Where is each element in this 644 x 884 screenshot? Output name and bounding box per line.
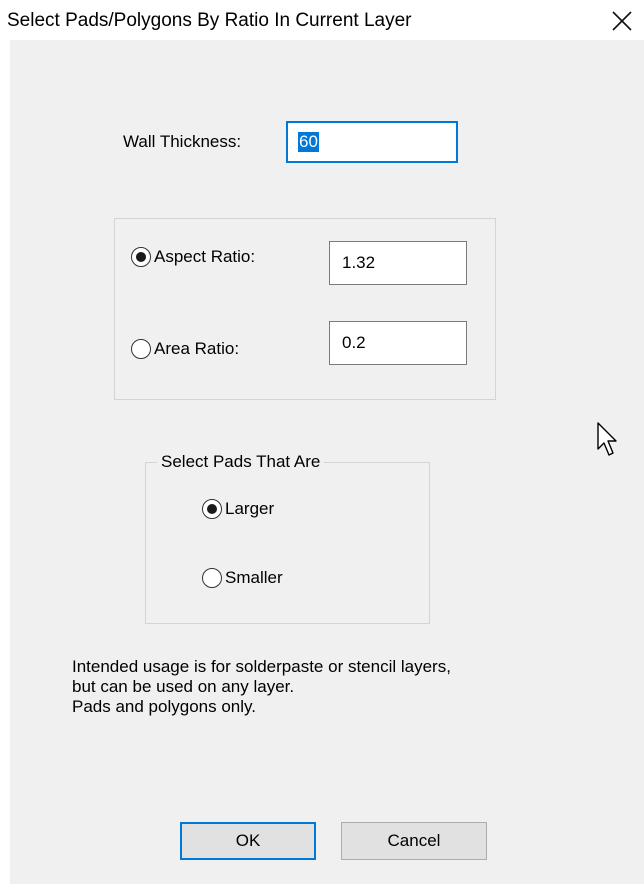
wall-thickness-label: Wall Thickness: — [123, 132, 242, 151]
usage-note-line: Pads and polygons only. — [72, 697, 256, 716]
close-icon — [612, 11, 632, 31]
larger-label: Larger — [225, 499, 275, 518]
usage-note: Intended usage is for solderpaste or ste… — [72, 657, 451, 717]
area-ratio-input[interactable]: 0.2 — [329, 321, 467, 365]
aspect-ratio-value: 1.32 — [342, 253, 376, 272]
larger-radio[interactable]: Larger — [202, 499, 274, 519]
window-title: Select Pads/Polygons By Ratio In Current… — [7, 10, 412, 31]
radio-unchecked-icon — [131, 339, 151, 359]
close-button[interactable] — [602, 4, 642, 38]
area-ratio-radio[interactable]: Area Ratio: — [131, 339, 239, 359]
usage-note-line: Intended usage is for solderpaste or ste… — [72, 657, 451, 676]
usage-note-line: but can be used on any layer. — [72, 677, 295, 696]
mouse-pointer-icon — [597, 422, 617, 456]
wall-thickness-value: 60 — [298, 132, 319, 152]
radio-checked-icon — [131, 247, 151, 267]
select-pads-groupbox: Select Pads That Are Larger Smaller — [145, 452, 430, 624]
radio-checked-icon — [202, 499, 222, 519]
dialog-body: Wall Thickness: 60 Aspect Ratio: 1.32 Ar… — [10, 40, 644, 884]
smaller-radio[interactable]: Smaller — [202, 568, 283, 588]
aspect-ratio-label: Aspect Ratio: — [154, 247, 256, 266]
ok-button[interactable]: OK — [180, 822, 316, 860]
area-ratio-label: Area Ratio: — [154, 339, 240, 358]
aspect-ratio-input[interactable]: 1.32 — [329, 241, 467, 285]
radio-unchecked-icon — [202, 568, 222, 588]
smaller-label: Smaller — [225, 568, 283, 587]
wall-thickness-input[interactable]: 60 — [286, 121, 458, 163]
cancel-button[interactable]: Cancel — [341, 822, 487, 860]
title-bar: Select Pads/Polygons By Ratio In Current… — [0, 0, 644, 40]
select-pads-group-title: Select Pads That Are — [157, 452, 325, 472]
aspect-ratio-radio[interactable]: Aspect Ratio: — [131, 247, 255, 267]
ratio-groupbox: Aspect Ratio: 1.32 Area Ratio: 0.2 — [114, 218, 496, 400]
area-ratio-value: 0.2 — [342, 333, 366, 352]
